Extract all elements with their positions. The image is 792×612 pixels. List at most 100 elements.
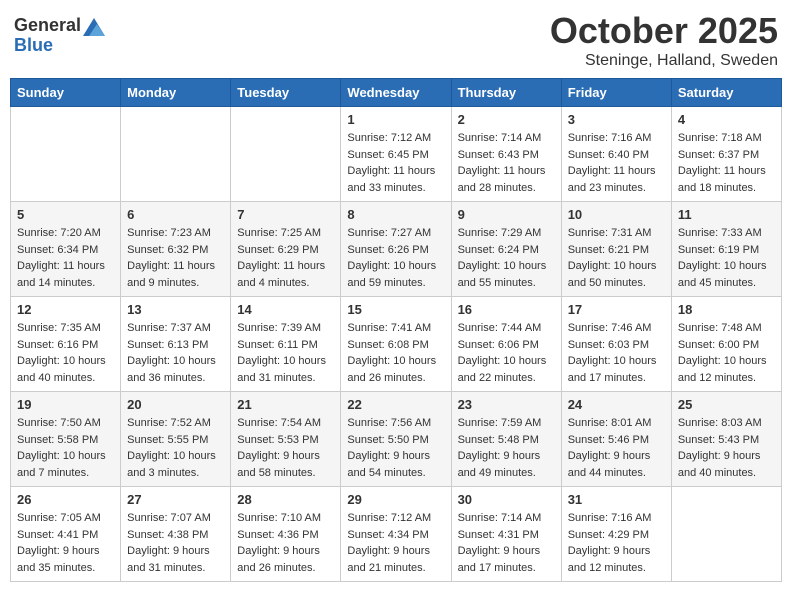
sunrise-text: Sunrise: 7:07 AM [127, 512, 211, 524]
daylight-text: Daylight: 9 hours and 35 minutes. [17, 545, 100, 574]
sunset-text: Sunset: 5:50 PM [347, 434, 428, 446]
page-header: General Blue October 2025 Steninge, Hall… [10, 10, 782, 70]
sunset-text: Sunset: 6:24 PM [458, 244, 539, 256]
sunrise-text: Sunrise: 7:50 AM [17, 417, 101, 429]
daylight-text: Daylight: 11 hours and 18 minutes. [678, 165, 766, 194]
day-number: 10 [568, 207, 665, 222]
sunset-text: Sunset: 6:32 PM [127, 244, 208, 256]
day-cell-4-6: 24Sunrise: 8:01 AMSunset: 5:46 PMDayligh… [561, 392, 671, 487]
day-info: Sunrise: 7:25 AMSunset: 6:29 PMDaylight:… [237, 225, 334, 291]
logo: General Blue [14, 16, 105, 56]
day-cell-2-2: 6Sunrise: 7:23 AMSunset: 6:32 PMDaylight… [121, 202, 231, 297]
logo-blue-text: Blue [14, 36, 105, 56]
day-cell-2-5: 9Sunrise: 7:29 AMSunset: 6:24 PMDaylight… [451, 202, 561, 297]
day-number: 18 [678, 302, 775, 317]
sunrise-text: Sunrise: 7:12 AM [347, 132, 431, 144]
day-info: Sunrise: 7:46 AMSunset: 6:03 PMDaylight:… [568, 320, 665, 386]
day-number: 16 [458, 302, 555, 317]
day-number: 5 [17, 207, 114, 222]
sunset-text: Sunset: 5:46 PM [568, 434, 649, 446]
sunset-text: Sunset: 5:58 PM [17, 434, 98, 446]
sunrise-text: Sunrise: 7:54 AM [237, 417, 321, 429]
day-info: Sunrise: 7:33 AMSunset: 6:19 PMDaylight:… [678, 225, 775, 291]
sunrise-text: Sunrise: 7:39 AM [237, 322, 321, 334]
day-cell-4-1: 19Sunrise: 7:50 AMSunset: 5:58 PMDayligh… [11, 392, 121, 487]
sunrise-text: Sunrise: 7:44 AM [458, 322, 542, 334]
sunset-text: Sunset: 6:03 PM [568, 339, 649, 351]
sunrise-text: Sunrise: 7:37 AM [127, 322, 211, 334]
sunrise-text: Sunrise: 7:35 AM [17, 322, 101, 334]
logo-icon [83, 18, 105, 36]
daylight-text: Daylight: 11 hours and 28 minutes. [458, 165, 546, 194]
day-cell-3-4: 15Sunrise: 7:41 AMSunset: 6:08 PMDayligh… [341, 297, 451, 392]
day-info: Sunrise: 7:20 AMSunset: 6:34 PMDaylight:… [17, 225, 114, 291]
daylight-text: Daylight: 10 hours and 12 minutes. [678, 355, 767, 384]
sunrise-text: Sunrise: 7:41 AM [347, 322, 431, 334]
daylight-text: Daylight: 11 hours and 14 minutes. [17, 260, 105, 289]
day-number: 29 [347, 492, 444, 507]
day-cell-5-4: 29Sunrise: 7:12 AMSunset: 4:34 PMDayligh… [341, 487, 451, 582]
day-number: 11 [678, 207, 775, 222]
daylight-text: Daylight: 9 hours and 49 minutes. [458, 450, 541, 479]
day-info: Sunrise: 7:14 AMSunset: 6:43 PMDaylight:… [458, 130, 555, 196]
sunset-text: Sunset: 4:41 PM [17, 529, 98, 541]
day-info: Sunrise: 7:16 AMSunset: 6:40 PMDaylight:… [568, 130, 665, 196]
day-number: 1 [347, 112, 444, 127]
day-number: 7 [237, 207, 334, 222]
day-info: Sunrise: 7:41 AMSunset: 6:08 PMDaylight:… [347, 320, 444, 386]
day-info: Sunrise: 7:18 AMSunset: 6:37 PMDaylight:… [678, 130, 775, 196]
daylight-text: Daylight: 10 hours and 22 minutes. [458, 355, 547, 384]
day-cell-4-4: 22Sunrise: 7:56 AMSunset: 5:50 PMDayligh… [341, 392, 451, 487]
day-cell-3-6: 17Sunrise: 7:46 AMSunset: 6:03 PMDayligh… [561, 297, 671, 392]
sunset-text: Sunset: 5:55 PM [127, 434, 208, 446]
sunrise-text: Sunrise: 7:12 AM [347, 512, 431, 524]
sunrise-text: Sunrise: 7:16 AM [568, 132, 652, 144]
day-info: Sunrise: 7:35 AMSunset: 6:16 PMDaylight:… [17, 320, 114, 386]
day-info: Sunrise: 7:29 AM Sunset: 6:24 PM Daylight:… [458, 225, 555, 291]
sunrise-text: Sunrise: 7:10 AM [237, 512, 321, 524]
day-cell-1-7: 4Sunrise: 7:18 AMSunset: 6:37 PMDaylight… [671, 107, 781, 202]
week-row-2: 5 Sunrise: 7:20 AMSunset: 6:34 PMDaylight… [11, 202, 782, 297]
sunrise-text: Sunrise: 7:27 AM [347, 227, 431, 239]
sunset-text: Sunset: 6:16 PM [17, 339, 98, 351]
day-info: Sunrise: 7:10 AMSunset: 4:36 PMDaylight:… [237, 510, 334, 576]
week-row-4: 19Sunrise: 7:50 AMSunset: 5:58 PMDayligh… [11, 392, 782, 487]
calendar-table: Sunday Monday Tuesday Wednesday Thursday… [10, 78, 782, 582]
day-cell-2-7: 11 Sunrise: 7:33 AMSunset: 6:19 PMDayligh… [671, 202, 781, 297]
day-cell-5-5: 30Sunrise: 7:14 AMSunset: 4:31 PMDayligh… [451, 487, 561, 582]
day-cell-4-7: 25Sunrise: 8:03 AMSunset: 5:43 PMDayligh… [671, 392, 781, 487]
day-cell-3-1: 12Sunrise: 7:35 AMSunset: 6:16 PMDayligh… [11, 297, 121, 392]
daylight-text: Daylight: 11 hours and 23 minutes. [568, 165, 656, 194]
sunrise-text: Sunrise: 7:56 AM [347, 417, 431, 429]
day-cell-2-1: 5 Sunrise: 7:20 AMSunset: 6:34 PMDaylight… [11, 202, 121, 297]
day-number: 22 [347, 397, 444, 412]
daylight-text: Daylight: 10 hours and 7 minutes. [17, 450, 106, 479]
sunrise-text: Sunrise: 7:29 AM [458, 227, 542, 239]
sunrise-text: Sunrise: 7:14 AM [458, 132, 542, 144]
week-row-1: 1Sunrise: 7:12 AMSunset: 6:45 PMDaylight… [11, 107, 782, 202]
sunset-text: Sunset: 6:29 PM [237, 244, 318, 256]
day-cell-2-4: 8Sunrise: 7:27 AMSunset: 6:26 PMDaylight… [341, 202, 451, 297]
sunrise-text: Sunrise: 7:25 AM [237, 227, 321, 239]
sunset-text: Sunset: 6:21 PM [568, 244, 649, 256]
day-info: Sunrise: 7:39 AMSunset: 6:11 PMDaylight:… [237, 320, 334, 386]
day-cell-4-2: 20Sunrise: 7:52 AMSunset: 5:55 PMDayligh… [121, 392, 231, 487]
daylight-text: Daylight: 10 hours and 55 minutes. [458, 260, 547, 289]
day-info: Sunrise: 7:52 AMSunset: 5:55 PMDaylight:… [127, 415, 224, 481]
sunset-text: Sunset: 4:29 PM [568, 529, 649, 541]
sunset-text: Sunset: 4:38 PM [127, 529, 208, 541]
day-info: Sunrise: 7:27 AMSunset: 6:26 PMDaylight:… [347, 225, 444, 291]
daylight-text: Daylight: 11 hours and 9 minutes. [127, 260, 215, 289]
day-cell-1-3 [231, 107, 341, 202]
day-number: 25 [678, 397, 775, 412]
sunset-text: Sunset: 5:53 PM [237, 434, 318, 446]
day-info: Sunrise: 7:44 AMSunset: 6:06 PMDaylight:… [458, 320, 555, 386]
day-info: Sunrise: 7:48 AMSunset: 6:00 PMDaylight:… [678, 320, 775, 386]
daylight-text: Daylight: 10 hours and 50 minutes. [568, 260, 657, 289]
week-row-3: 12 Sunrise: 7:35 AM Sunset: 6:16 PM Dayligh… [11, 297, 782, 392]
day-number: 12 [17, 302, 114, 317]
sunrise-text: Sunrise: 7:14 AM [458, 512, 542, 524]
sunset-text: Sunset: 4:31 PM [458, 529, 539, 541]
daylight-text: Daylight: 10 hours and 26 minutes. [347, 355, 436, 384]
logo-general-text: General [14, 16, 81, 36]
